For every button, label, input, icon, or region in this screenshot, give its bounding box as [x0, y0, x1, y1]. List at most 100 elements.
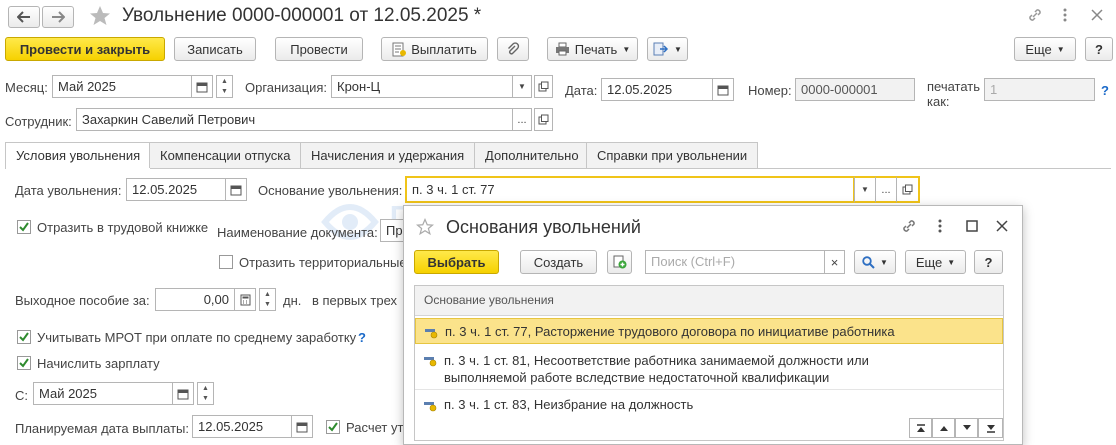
popup-link-icon[interactable]: [901, 218, 917, 234]
scroll-to-top-button[interactable]: [909, 418, 932, 438]
table-row[interactable]: п. 3 ч. 1 ст. 83, Неизбрание на должност…: [415, 392, 1003, 418]
popup-close-icon[interactable]: [996, 220, 1008, 232]
attach-button[interactable]: [497, 37, 529, 61]
employee-open-button[interactable]: [534, 108, 553, 131]
help-button[interactable]: ?: [1085, 37, 1113, 61]
calendar-icon: [230, 185, 242, 195]
open-form-icon: [902, 184, 913, 195]
back-button[interactable]: [8, 6, 40, 28]
employee-choose-button[interactable]: ...: [512, 108, 532, 131]
calc-label: Расчет ут: [346, 420, 404, 435]
from-month-stepper[interactable]: ▲ ▼: [197, 382, 214, 405]
date-calendar-button[interactable]: [712, 78, 734, 101]
print-as-input[interactable]: 1: [984, 78, 1095, 101]
select-button[interactable]: Выбрать: [414, 250, 499, 274]
dismissal-date-calendar-button[interactable]: [225, 178, 247, 201]
date-input[interactable]: 12.05.2025: [601, 78, 713, 101]
pay-button[interactable]: Выплатить: [381, 37, 488, 61]
kebab-menu-icon[interactable]: [1060, 7, 1070, 23]
mrot-help-link[interactable]: ?: [358, 330, 366, 345]
related-docs-button[interactable]: ▼: [647, 37, 688, 61]
severance-stepper[interactable]: ▲ ▼: [259, 288, 276, 311]
save-button[interactable]: Записать: [174, 37, 256, 61]
printer-icon: [555, 42, 569, 56]
organization-dropdown-button[interactable]: ▼: [512, 75, 532, 98]
date-label: Дата:: [565, 83, 598, 98]
mrot-checkbox[interactable]: [17, 330, 31, 344]
create-button[interactable]: Создать: [520, 250, 597, 274]
favorite-star-icon[interactable]: [88, 4, 112, 28]
employee-input[interactable]: Захаркин Савелий Петрович: [76, 108, 513, 131]
tab-dismissal-certificates[interactable]: Справки при увольнении: [586, 142, 759, 168]
pay-date-calendar-button[interactable]: [291, 415, 313, 438]
table-row-selected[interactable]: п. 3 ч. 1 ст. 77, Расторжение трудового …: [415, 318, 1003, 344]
severance-unit-label: дн.: [283, 293, 302, 308]
accrue-salary-checkbox[interactable]: [17, 356, 31, 370]
related-documents-icon: [653, 42, 669, 56]
tab-accruals-deductions[interactable]: Начисления и удержания: [300, 142, 476, 168]
link-icon[interactable]: [1027, 7, 1043, 23]
scroll-down-button[interactable]: [955, 418, 978, 438]
mrot-label: Учитывать МРОТ при оплате по среднему за…: [37, 330, 357, 345]
calendar-icon: [296, 422, 308, 432]
territorial-checkbox[interactable]: [219, 255, 233, 269]
scroll-to-bottom-button[interactable]: [978, 418, 1003, 438]
forward-button[interactable]: [42, 6, 74, 28]
search-button[interactable]: ▼: [854, 250, 896, 274]
chevron-down-icon: ▼: [1056, 44, 1065, 54]
tab-dismissal-conditions[interactable]: Условия увольнения: [5, 142, 152, 169]
month-stepper[interactable]: ▲ ▼: [216, 75, 233, 98]
calc-checkbox[interactable]: [326, 420, 340, 434]
basis-open-button[interactable]: [896, 176, 920, 203]
dismissal-date-label: Дата увольнения:: [15, 183, 122, 198]
scroll-up-button[interactable]: [932, 418, 955, 438]
pay-date-label: Планируемая дата выплаты:: [15, 421, 189, 436]
bases-table: Основание увольнения п. 3 ч. 1 ст. 77, Р…: [414, 285, 1004, 441]
workbook-label: Отразить в трудовой книжке: [37, 220, 209, 235]
chevron-down-icon: ▼: [622, 44, 631, 54]
maximize-icon[interactable]: [966, 220, 978, 232]
chevron-down-icon: ▼: [674, 44, 682, 54]
calendar-icon: [177, 389, 189, 399]
basis-input[interactable]: п. 3 ч. 1 ст. 77: [405, 176, 855, 203]
more-button-label: Еще: [1025, 41, 1052, 57]
month-input[interactable]: Май 2025: [52, 75, 192, 98]
workbook-checkbox[interactable]: [17, 220, 31, 234]
more-button[interactable]: Еще ▼: [1014, 37, 1076, 61]
column-header[interactable]: Основание увольнения: [424, 293, 554, 307]
chevron-down-icon: ▼: [947, 257, 956, 267]
print-button[interactable]: Печать ▼: [547, 37, 638, 61]
search-icon: [862, 255, 875, 269]
search-input[interactable]: Поиск (Ctrl+F): [645, 250, 825, 274]
basis-choose-button[interactable]: ...: [875, 176, 897, 203]
print-as-help-link[interactable]: ?: [1101, 83, 1109, 98]
number-label: Номер:: [748, 83, 792, 98]
from-month-input[interactable]: Май 2025: [33, 382, 173, 405]
search-clear-button[interactable]: ×: [824, 250, 845, 274]
basis-dropdown-button[interactable]: ▼: [854, 176, 876, 203]
tab-additional[interactable]: Дополнительно: [474, 142, 590, 168]
severance-calculator-button[interactable]: [234, 288, 256, 311]
popup-favorite-star-icon[interactable]: [416, 218, 434, 236]
post-button[interactable]: Провести: [275, 37, 363, 61]
popup-kebab-menu-icon[interactable]: [935, 218, 945, 234]
month-calendar-button[interactable]: [191, 75, 213, 98]
post-and-close-button[interactable]: Провести и закрыть: [5, 37, 165, 61]
territorial-label: Отразить территориальные: [239, 255, 407, 270]
organization-input[interactable]: Крон-Ц: [331, 75, 513, 98]
severance-label: Выходное пособие за:: [15, 293, 150, 308]
pay-date-input[interactable]: 12.05.2025: [192, 415, 292, 438]
table-row[interactable]: п. 3 ч. 1 ст. 81, Несоответствие работни…: [415, 346, 1003, 390]
organization-open-button[interactable]: [534, 75, 553, 98]
severance-input[interactable]: 0,00: [155, 288, 235, 311]
dismissal-date-input[interactable]: 12.05.2025: [126, 178, 226, 201]
close-icon[interactable]: [1090, 8, 1104, 22]
from-month-calendar-button[interactable]: [172, 382, 194, 405]
tab-vacation-compensation[interactable]: Компенсации отпуска: [149, 142, 302, 168]
popup-help-button[interactable]: ?: [974, 250, 1003, 274]
employee-label: Сотрудник:: [5, 114, 72, 129]
copy-button[interactable]: [607, 250, 632, 274]
scroll-down-icon: [962, 425, 971, 430]
dismissal-bases-popup: Основания увольнений Выбрать Создать Пои…: [403, 205, 1023, 445]
popup-more-button[interactable]: Еще ▼: [905, 250, 966, 274]
